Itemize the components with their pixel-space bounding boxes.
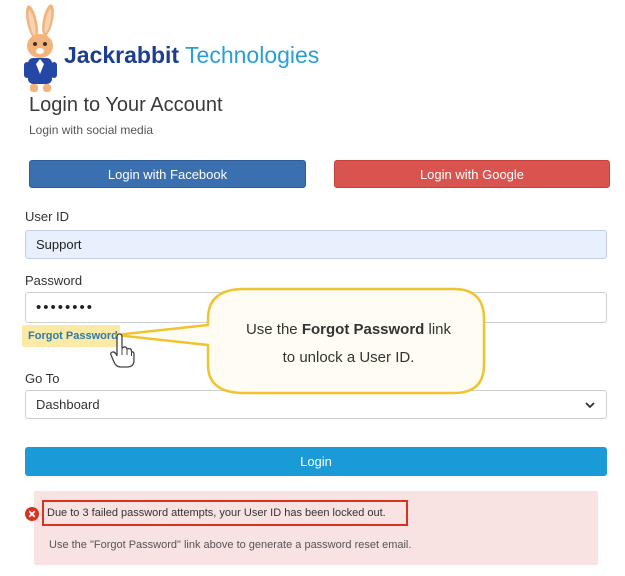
- brand-name-light: Technologies: [179, 42, 320, 68]
- jackrabbit-logo-icon: [24, 4, 57, 92]
- password-mask: ••••••••: [36, 299, 95, 316]
- brand-name-bold: Jackrabbit: [64, 42, 180, 68]
- chevron-down-icon: [585, 401, 595, 408]
- page-title: Login to Your Account: [29, 94, 223, 116]
- alert-message: Due to 3 failed password attempts, your …: [47, 507, 386, 519]
- userid-label: User ID: [25, 209, 70, 224]
- callout-line2: to unlock a User ID.: [282, 349, 415, 366]
- alert-hint: Use the "Forgot Password" link above to …: [49, 539, 412, 551]
- callout-bold: Forgot Password: [301, 321, 425, 338]
- hand-cursor-icon: [110, 333, 135, 368]
- login-facebook-button[interactable]: Login with Facebook: [29, 160, 306, 188]
- login-google-button[interactable]: Login with Google: [334, 160, 610, 188]
- callout-pre: Use the: [245, 321, 302, 338]
- callout-text: Use the Forgot Password link to unlock a…: [207, 316, 490, 372]
- forgot-password-link[interactable]: Forgot Password: [28, 330, 118, 342]
- login-button[interactable]: Login: [25, 447, 607, 476]
- brand-name: Jackrabbit Technologies: [64, 42, 319, 69]
- goto-selected-value: Dashboard: [36, 397, 100, 412]
- callout-post: link: [424, 321, 452, 338]
- callout-line1: Use the Forgot Password link: [207, 316, 490, 344]
- error-icon: [25, 507, 39, 521]
- userid-input[interactable]: [25, 230, 607, 259]
- goto-label: Go To: [25, 371, 60, 386]
- password-label: Password: [25, 273, 83, 288]
- page-subtitle: Login with social media: [29, 123, 154, 137]
